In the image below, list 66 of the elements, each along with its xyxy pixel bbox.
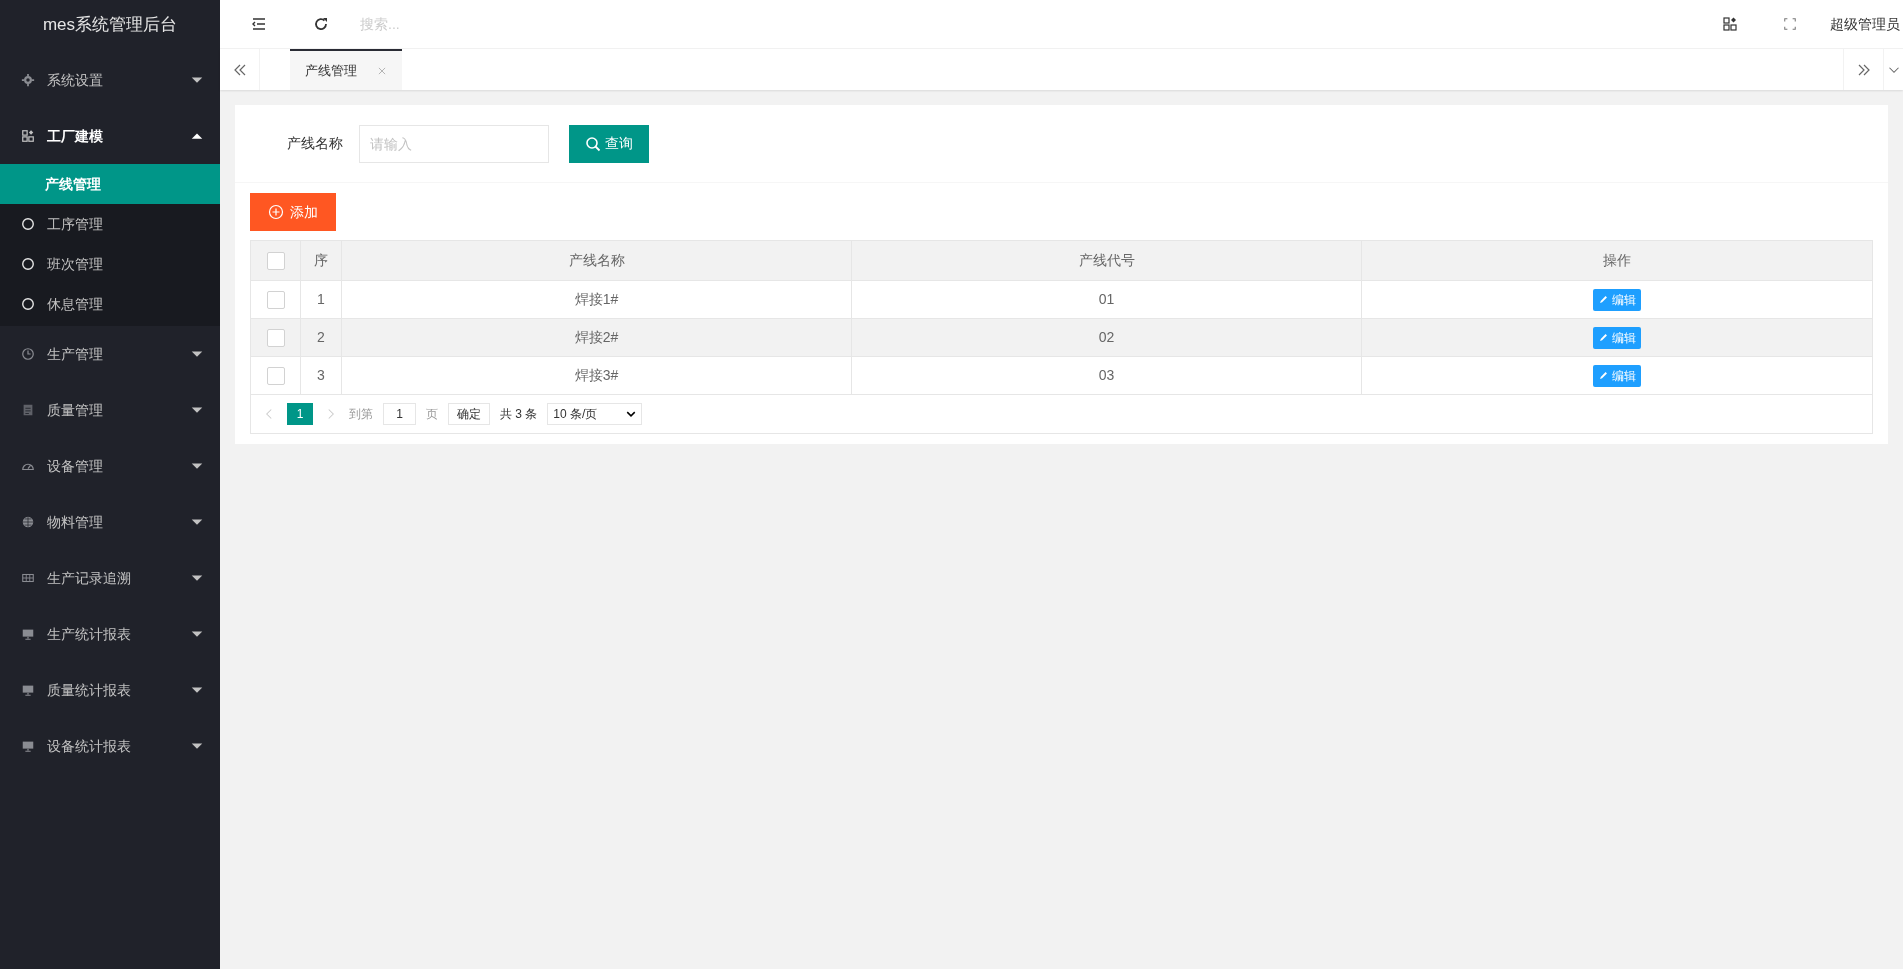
sidebar-menu-item[interactable]: 设备管理	[0, 438, 220, 494]
pencil-icon	[1598, 294, 1609, 305]
column-header: 产线名称	[568, 251, 625, 270]
total-count: 共 3 条	[500, 406, 538, 423]
sidebar-menu-item[interactable]: 生产记录追溯	[0, 550, 220, 606]
sidebar-menu-item[interactable]: 设备统计报表	[0, 718, 220, 774]
sidebar-menu-item[interactable]: 质量管理	[0, 382, 220, 438]
pencil-icon	[1598, 332, 1609, 343]
table-cell-text: 焊接2#	[574, 328, 619, 347]
grid-icon	[21, 129, 35, 143]
page-label: 页	[426, 406, 438, 423]
sidebar-menu-item[interactable]: 系统设置	[0, 52, 220, 108]
checkbox[interactable]	[266, 251, 285, 270]
monitor-icon	[21, 739, 35, 753]
table-cell-text: 1	[317, 290, 325, 309]
document-icon	[21, 403, 35, 417]
page-input-field[interactable]: 1	[383, 403, 416, 425]
table-cell-text: 2	[317, 328, 325, 347]
grid-icon	[1722, 16, 1738, 32]
circle-icon	[21, 217, 35, 231]
circle-icon	[21, 297, 35, 311]
menu-icon	[251, 16, 267, 32]
globe-icon	[21, 515, 35, 529]
submenu-item[interactable]: 休息管理	[0, 284, 220, 324]
clock-icon	[21, 347, 35, 361]
submenu-item[interactable]: 工序管理	[0, 204, 220, 244]
submenu-item[interactable]: 产线管理	[0, 164, 220, 204]
confirm-button[interactable]: 确定	[448, 403, 490, 425]
sidebar-menu-item[interactable]: 生产统计报表	[0, 606, 220, 662]
monitor-icon	[21, 627, 35, 641]
table-icon	[21, 571, 35, 585]
column-header: 序	[314, 251, 328, 270]
pencil-icon	[1598, 370, 1609, 381]
table-cell-text: 02	[1098, 328, 1115, 347]
sidebar-menu-item[interactable]: 质量统计报表	[0, 662, 220, 718]
monitor-icon	[21, 683, 35, 697]
refresh-icon	[313, 16, 329, 32]
page-number-button[interactable]: 1	[287, 403, 313, 425]
field-label: 产线名称	[287, 134, 344, 153]
checkbox[interactable]	[266, 290, 285, 309]
table-cell-text: 03	[1098, 366, 1115, 385]
checkbox[interactable]	[266, 366, 285, 385]
sidebar-menu-item[interactable]: 工厂建模	[0, 108, 220, 164]
table-cell-text: 3	[317, 366, 325, 385]
column-header: 操作	[1603, 251, 1631, 270]
page-size-select[interactable]: 10 条/页	[547, 403, 643, 425]
query-button[interactable]: 查询	[569, 124, 649, 163]
chevron-down-icon	[626, 409, 637, 419]
page-tab[interactable]: 产线管理	[290, 49, 402, 90]
name-input-field[interactable]: 请输入	[359, 124, 549, 163]
close-icon	[377, 65, 387, 76]
table-cell-text: 01	[1098, 290, 1115, 309]
table-cell-text: 焊接3#	[574, 366, 619, 385]
fullscreen-icon	[1783, 17, 1797, 31]
table-cell-text: 焊接1#	[574, 290, 619, 309]
checkbox[interactable]	[266, 328, 285, 347]
app-title: mes系统管理后台	[41, 13, 179, 36]
search-icon	[585, 135, 601, 152]
plus-circle-icon	[268, 204, 284, 220]
sidebar-menu-item[interactable]: 生产管理	[0, 326, 220, 382]
column-header: 产线代号	[1078, 251, 1135, 270]
sidebar-menu-item[interactable]: 物料管理	[0, 494, 220, 550]
goto-label: 到第	[349, 406, 373, 423]
circle-icon	[21, 257, 35, 271]
user-name[interactable]: 超级管理员	[1830, 13, 1900, 35]
submenu-item[interactable]: 班次管理	[0, 244, 220, 284]
